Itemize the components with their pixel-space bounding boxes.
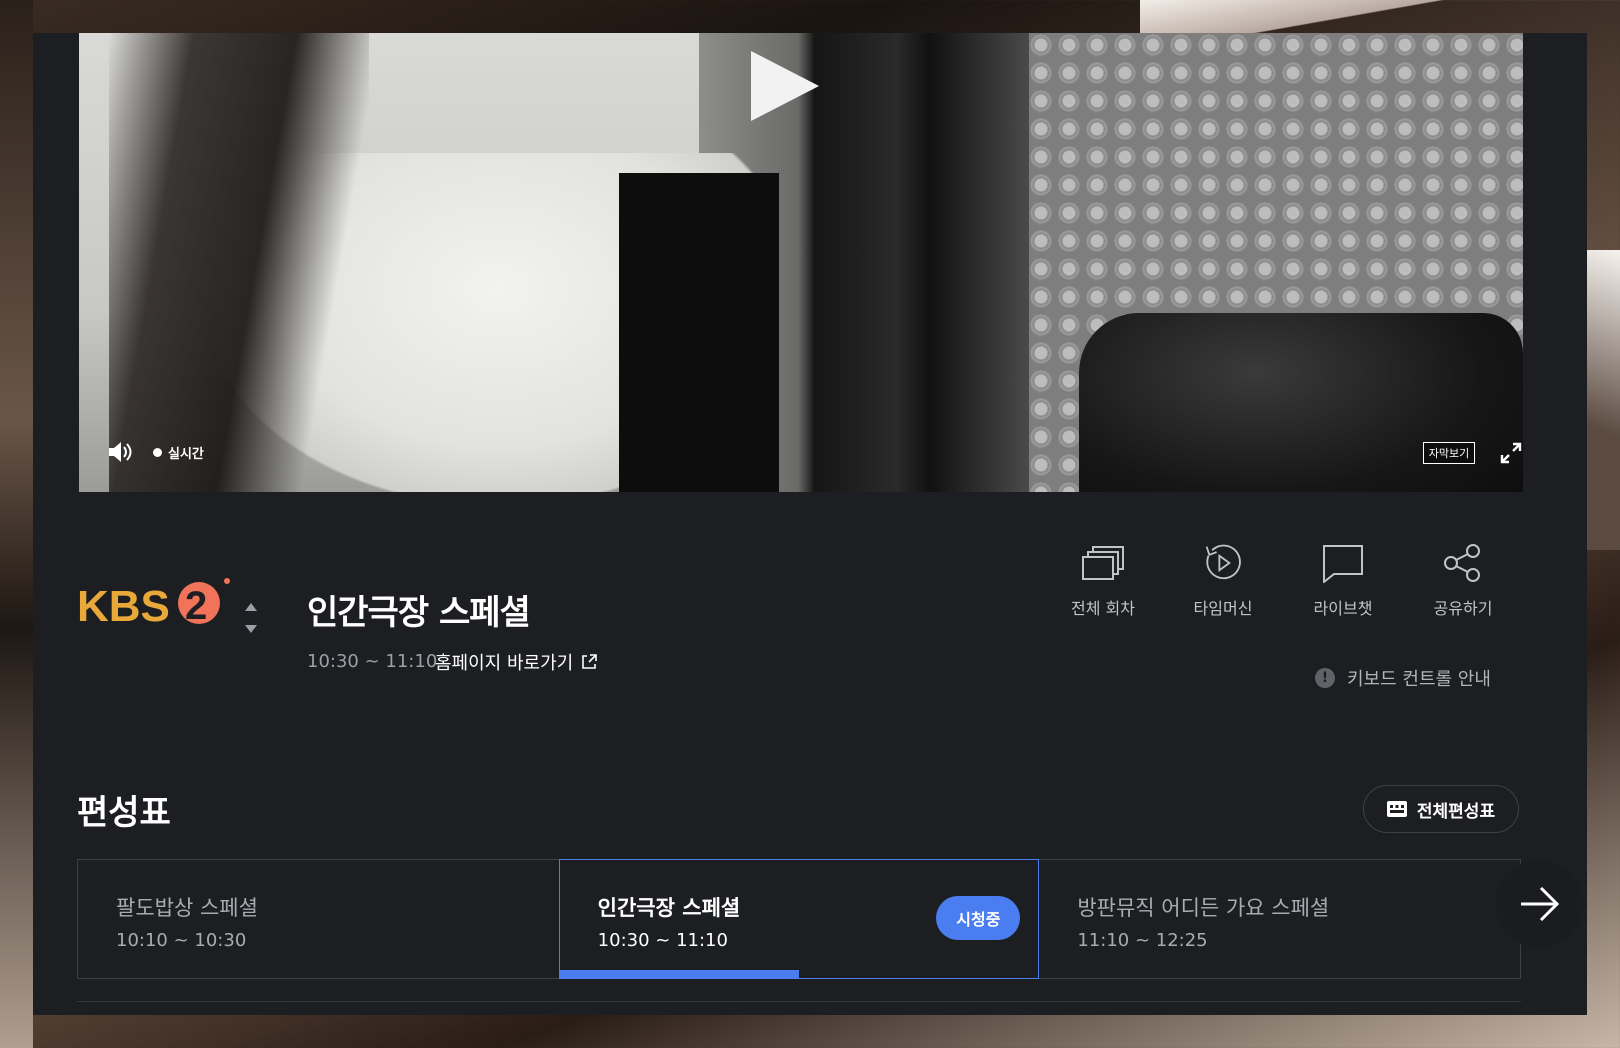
homepage-link-label: 홈페이지 바로가기: [435, 653, 574, 674]
program-actions: 전체 회차 타임머신 라이브챗 공유하기: [1043, 543, 1523, 619]
schedule-item-current[interactable]: 인간극장 스페셜 10:30 ~ 11:10 시청중: [558, 859, 1040, 979]
schedule-item-time: 10:10 ~ 10:30: [116, 930, 247, 951]
schedule-next-button[interactable]: [1495, 860, 1583, 948]
info-icon: !: [1315, 668, 1335, 688]
background-decoration-left: [0, 0, 33, 1048]
schedule-item-name: 방판뮤직 어디든 가요 스페셜: [1077, 896, 1330, 920]
svg-text:2: 2: [185, 584, 207, 628]
live-dot-icon: [153, 448, 162, 457]
svg-text:KBS: KBS: [77, 582, 170, 631]
all-episodes-button[interactable]: 전체 회차: [1043, 543, 1163, 619]
program-time: 10:30 ~ 11:10: [307, 651, 438, 672]
program-progress-bar: [559, 970, 799, 978]
channel-down-icon[interactable]: [245, 625, 257, 633]
homepage-link[interactable]: 홈페이지 바로가기: [435, 649, 598, 675]
share-label: 공유하기: [1433, 599, 1493, 618]
video-frame-monitor: [619, 173, 779, 492]
schedule-item-name: 팔도밥상 스페셜: [116, 896, 258, 920]
episodes-icon: [1082, 546, 1124, 580]
timemachine-label: 타임머신: [1193, 599, 1253, 618]
schedule-item-time: 10:30 ~ 11:10: [597, 930, 728, 951]
share-button[interactable]: 공유하기: [1403, 543, 1523, 619]
full-schedule-button[interactable]: 전체편성표: [1363, 785, 1519, 833]
share-icon: [1444, 544, 1480, 582]
arrow-right-icon: [1521, 886, 1560, 922]
live-indicator: 실시간: [153, 443, 204, 462]
full-schedule-label: 전체편성표: [1416, 801, 1496, 822]
livechat-label: 라이브챗: [1313, 599, 1373, 618]
video-player[interactable]: 실시간 자막보기: [79, 33, 1523, 492]
external-link-icon: [582, 654, 598, 669]
fullscreen-icon[interactable]: [1499, 441, 1523, 465]
subtitles-button[interactable]: 자막보기: [1423, 442, 1475, 464]
schedule-item[interactable]: 팔도밥상 스페셜 10:10 ~ 10:30: [78, 860, 559, 978]
chat-icon: [1323, 545, 1363, 583]
live-label: 실시간: [168, 447, 204, 462]
timemachine-button[interactable]: 타임머신: [1163, 543, 1283, 619]
schedule-icon: [1386, 801, 1407, 817]
all-episodes-label: 전체 회차: [1071, 599, 1135, 618]
schedule-item[interactable]: 방판뮤직 어디든 가요 스페셜 11:10 ~ 12:25: [1039, 860, 1520, 978]
schedule-heading: 편성표: [77, 793, 171, 833]
schedule-item-time: 11:10 ~ 12:25: [1077, 930, 1208, 951]
schedule-strip: 팔도밥상 스페셜 10:10 ~ 10:30 인간극장 스페셜 10:30 ~ …: [77, 859, 1521, 979]
program-title: 인간극장 스페셜: [307, 593, 531, 633]
now-watching-badge: 시청중: [936, 896, 1021, 940]
live-player-panel: 실시간 자막보기 KBS 2 인간극장 스페셜 10:30 ~ 11:10 홈페…: [33, 33, 1587, 1015]
timemachine-icon: [1205, 544, 1241, 580]
channel-up-icon[interactable]: [245, 603, 257, 611]
volume-icon[interactable]: [107, 441, 133, 463]
video-frame-hair: [109, 33, 369, 492]
livechat-button[interactable]: 라이브챗: [1283, 543, 1403, 619]
play-icon[interactable]: [751, 51, 819, 121]
keyboard-guide-link[interactable]: ! 키보드 컨트롤 안내: [1315, 665, 1491, 691]
divider: [77, 1001, 1521, 1002]
video-frame-sofa: [1079, 313, 1523, 492]
keyboard-guide-label: 키보드 컨트롤 안내: [1347, 669, 1491, 690]
kbs2-logo: KBS 2: [77, 578, 230, 631]
